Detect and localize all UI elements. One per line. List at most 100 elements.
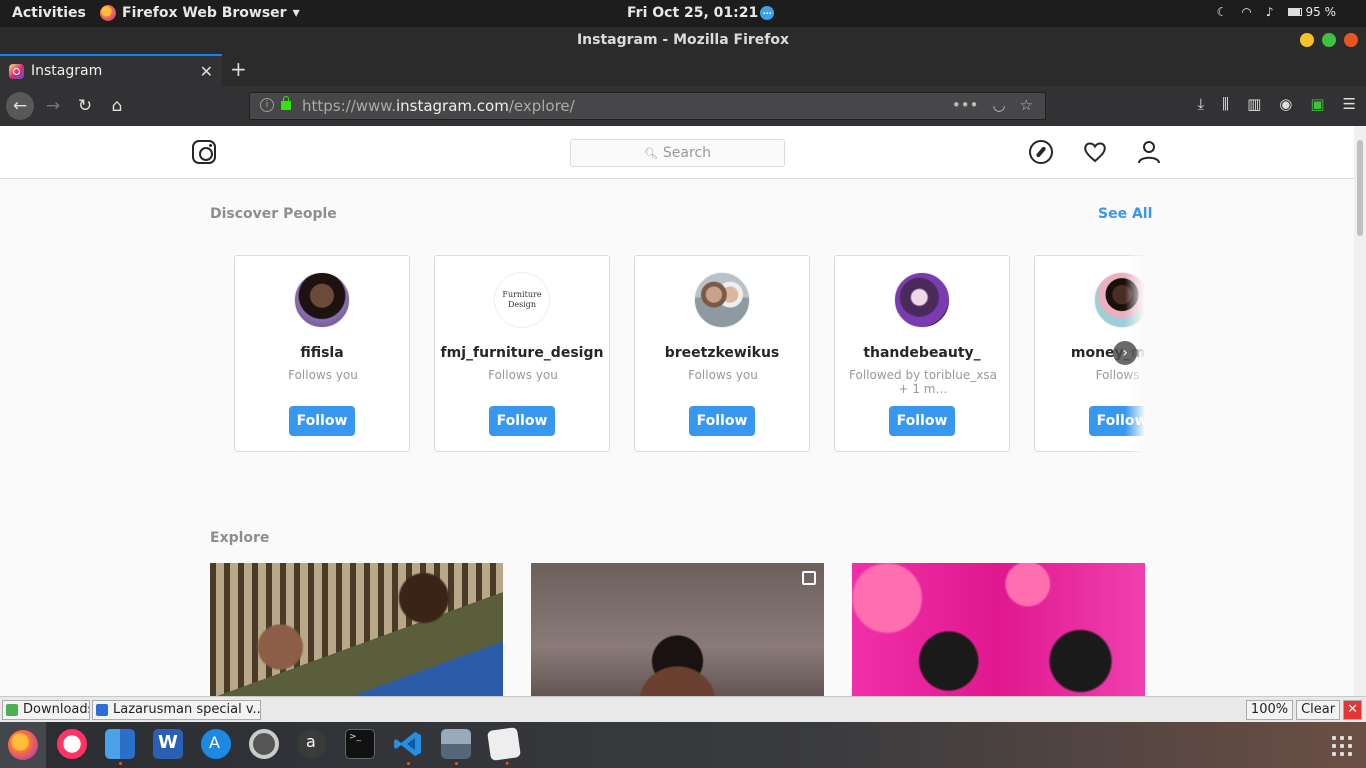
username[interactable]: fmj_furniture_design [435, 345, 609, 361]
account-icon[interactable]: ◉ [1279, 95, 1292, 113]
dock-settings[interactable] [249, 729, 279, 759]
url-prefix: https://www. [302, 97, 396, 115]
running-indicator [455, 762, 458, 765]
url-path: /explore/ [508, 97, 575, 115]
username[interactable]: fifisla [235, 345, 409, 361]
close-tab-icon[interactable]: ✕ [200, 62, 213, 81]
show-applications-icon[interactable] [1332, 736, 1352, 756]
explore-post[interactable] [531, 563, 824, 696]
extension-icon[interactable]: ▣ [1310, 95, 1324, 113]
library-icon[interactable]: ⫼ [1222, 95, 1229, 113]
follow-status: Follows you [688, 368, 758, 382]
taskbar-dock: W A a >_ [0, 722, 1366, 768]
dock-text-editor[interactable] [487, 727, 521, 765]
clock[interactable]: Fri Oct 25, 01:21 … [627, 5, 775, 21]
person-card: Furniture Design fmj_furniture_design Fo… [434, 255, 610, 452]
avatar[interactable]: Furniture Design [494, 272, 550, 328]
multiple-photos-icon [802, 571, 816, 585]
scrollbar-thumb[interactable] [1357, 140, 1363, 236]
dock-finder[interactable] [105, 729, 135, 765]
search-input[interactable]: 🔍︎ Search [570, 139, 785, 167]
downloads-bar: Downloads Lazarusman special v... 100% C… [0, 696, 1366, 722]
heart-icon[interactable] [1083, 140, 1107, 164]
avatar[interactable] [294, 272, 350, 328]
discover-people-heading: Discover People [210, 206, 337, 222]
downloads-icon[interactable]: ⤓ [1198, 95, 1205, 113]
sidebar-icon[interactable]: ▥ [1247, 95, 1261, 113]
firefox-icon [8, 730, 38, 760]
username[interactable]: breetzkewikus [635, 345, 809, 361]
url-text[interactable]: https://www.instagram.com/explore/ [302, 97, 575, 115]
discover-carousel: fifisla Follows you Follow Furniture Des… [210, 254, 1145, 454]
activities-button[interactable]: Activities [12, 5, 86, 21]
avatar[interactable] [894, 272, 950, 328]
download-item[interactable]: Lazarusman special v... [92, 700, 261, 720]
see-all-link[interactable]: See All [1098, 206, 1152, 222]
dock-vscode[interactable] [393, 729, 423, 765]
home-button[interactable]: ⌂ [103, 92, 131, 120]
url-actions: ••• ◡ ☆ [952, 96, 1033, 114]
new-tab-button[interactable]: + [230, 57, 247, 81]
minimize-button[interactable] [1300, 33, 1314, 47]
hamburger-menu-icon[interactable]: ☰ [1343, 95, 1356, 113]
zoom-level: 100% [1245, 700, 1294, 720]
header-icons [1029, 140, 1161, 164]
reload-button[interactable]: ↻ [71, 92, 99, 120]
dock-app-store[interactable]: A [201, 729, 231, 759]
bookmark-star-icon[interactable]: ☆ [1020, 96, 1033, 114]
app-menu[interactable]: Firefox Web Browser ▾ [100, 5, 300, 21]
window-title: Instagram - Mozilla Firefox [576, 32, 790, 48]
follow-button[interactable]: Follow [889, 406, 955, 436]
close-icon[interactable]: ✕ [1343, 700, 1362, 720]
tab-label: Instagram [31, 63, 103, 79]
avatar[interactable] [694, 272, 750, 328]
volume-icon: ♪ [1265, 5, 1274, 19]
dock-itunes[interactable] [57, 729, 87, 759]
person-card: breetzkewikus Follows you Follow [634, 255, 810, 452]
downloads-button[interactable]: Downloads [2, 700, 90, 720]
username[interactable]: thandebeauty_ [835, 345, 1009, 361]
explore-heading: Explore [210, 530, 270, 546]
forward-button[interactable]: → [39, 92, 67, 120]
info-icon[interactable]: i [260, 98, 274, 112]
tab-bar: Instagram ✕ + [0, 54, 1366, 86]
pocket-icon[interactable]: ◡ [992, 96, 1005, 114]
instagram-header: 🔍︎ Search [0, 126, 1354, 179]
system-tray[interactable]: ☾ ◠ ♪ 95 % [1217, 5, 1336, 19]
follow-status: Follows you [488, 368, 558, 382]
explore-post[interactable] [210, 563, 503, 696]
page-actions-icon[interactable]: ••• [952, 96, 979, 114]
logo-text-line2: Design [507, 300, 537, 309]
running-indicator [119, 762, 122, 765]
clear-button[interactable]: Clear [1296, 700, 1341, 720]
lock-icon[interactable] [281, 96, 291, 110]
dock-firefox[interactable] [0, 722, 46, 768]
clock-label: Fri Oct 25, 01:21 [627, 5, 759, 21]
person-card: fifisla Follows you Follow [234, 255, 410, 452]
page-viewport: 🔍︎ Search Discover People See All fifisla… [0, 126, 1354, 696]
downloads-label: Downloads [23, 702, 90, 717]
follow-button[interactable]: Follow [289, 406, 355, 436]
profile-icon[interactable] [1137, 140, 1161, 164]
dock-screenshot[interactable] [441, 729, 471, 765]
download-icon [6, 704, 18, 716]
carousel-next-arrow[interactable]: › [1113, 341, 1137, 365]
dock-word[interactable]: W [153, 729, 183, 759]
firefox-icon [100, 5, 116, 21]
dock-amazon[interactable]: a [297, 729, 327, 759]
system-top-bar: Activities Firefox Web Browser ▾ Fri Oct… [0, 0, 1366, 27]
instagram-logo-icon[interactable] [192, 140, 216, 164]
back-button[interactable]: ← [6, 92, 34, 120]
dock-terminal[interactable]: >_ [345, 729, 375, 759]
tab-instagram[interactable]: Instagram ✕ [0, 54, 222, 86]
instagram-favicon-icon [9, 63, 24, 79]
running-indicator [407, 762, 410, 765]
close-window-button[interactable] [1344, 33, 1358, 47]
page-scrollbar[interactable] [1354, 126, 1366, 696]
compass-icon[interactable] [1029, 140, 1053, 164]
url-bar[interactable]: i https://www.instagram.com/explore/ •••… [249, 92, 1046, 120]
explore-post[interactable] [852, 563, 1145, 696]
follow-button[interactable]: Follow [489, 406, 555, 436]
maximize-button[interactable] [1322, 33, 1336, 47]
follow-button[interactable]: Follow [689, 406, 755, 436]
